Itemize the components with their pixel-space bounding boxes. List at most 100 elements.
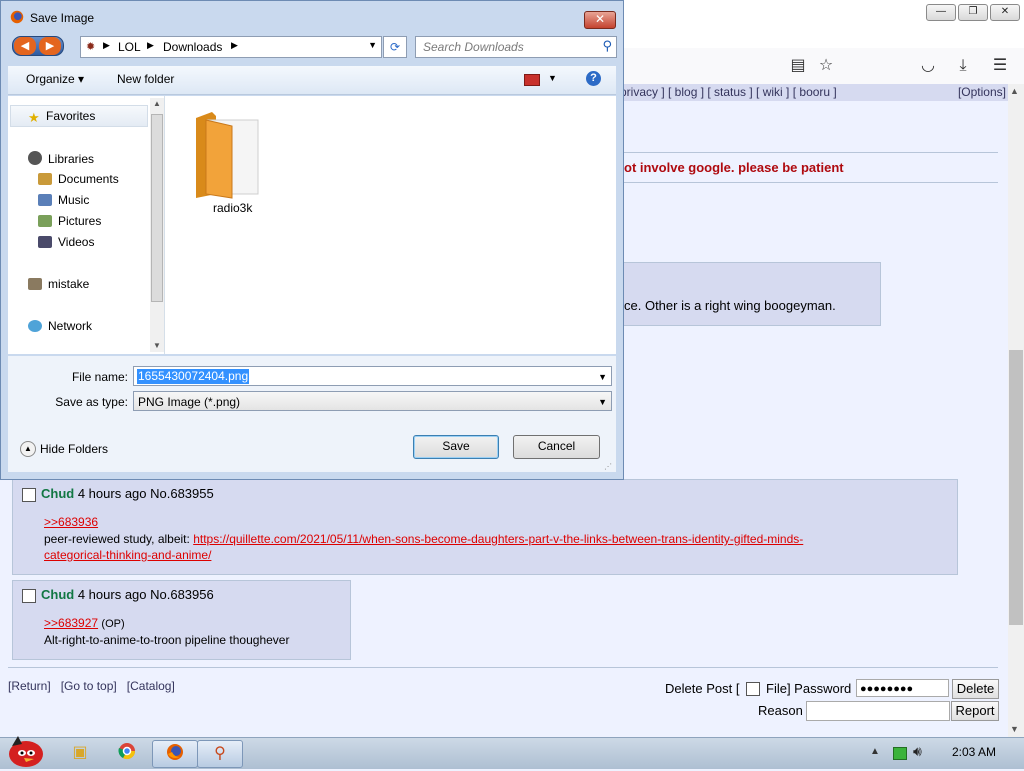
quote-link[interactable]: >>683936 — [44, 515, 98, 529]
poster-name: Chud — [41, 486, 75, 501]
start-button[interactable] — [4, 732, 48, 768]
address-bar[interactable]: ✹ ▶ LOL ▶ Downloads ▶ ▼ — [80, 36, 382, 58]
breadcrumb-lol[interactable]: LOL — [118, 40, 141, 54]
external-link[interactable]: https://quillette.com/2021/05/11/when-so… — [193, 532, 803, 546]
music-icon — [38, 194, 52, 206]
post-body: Alt-right-to-anime-to-troon pipeline tho… — [44, 633, 290, 647]
reader-view-icon[interactable]: ▤ — [786, 54, 810, 78]
delete-button[interactable]: Delete — [952, 679, 999, 699]
star-icon: ★ — [28, 110, 40, 125]
videos-icon — [38, 236, 52, 248]
downloads-icon[interactable]: ⤓ — [951, 54, 975, 78]
save-type-select[interactable]: PNG Image (*.png) ▼ — [133, 391, 612, 411]
post-meta[interactable]: 4 hours ago No.683956 — [78, 587, 214, 602]
reason-label: Reason — [758, 703, 803, 718]
chrome-icon[interactable] — [105, 740, 149, 766]
scroll-down-icon[interactable]: ▼ — [1010, 724, 1019, 734]
firefox-icon[interactable] — [152, 740, 198, 768]
close-window-button[interactable]: ✕ — [990, 4, 1020, 21]
nav-music[interactable]: Music — [38, 193, 89, 207]
post-checkbox[interactable] — [22, 589, 36, 603]
network-tray-icon[interactable] — [893, 747, 907, 760]
address-dropdown-icon[interactable]: ▼ — [368, 40, 377, 50]
board-nav-links[interactable]: privacy ] [ blog ] [ status ] [ wiki ] [… — [620, 85, 837, 99]
reply-post: Chud 4 hours ago No.683955 >>683936 peer… — [12, 479, 958, 575]
reply-text: ce. Other is a right wing boogeyman. — [624, 298, 836, 313]
nav-libraries[interactable]: Libraries — [28, 151, 94, 166]
nav-pictures[interactable]: Pictures — [38, 214, 101, 228]
maximize-button[interactable]: ❐ — [958, 4, 988, 21]
cancel-button[interactable]: Cancel — [513, 435, 600, 459]
pocket-icon[interactable]: ◡ — [916, 54, 940, 78]
search-box[interactable]: Search Downloads ⚲ — [415, 36, 617, 58]
nav-documents[interactable]: Documents — [38, 172, 119, 186]
search-tool-icon[interactable]: ⚲ — [197, 740, 243, 768]
quote-link[interactable]: >>683927 — [44, 616, 98, 630]
save-type-dropdown-icon[interactable]: ▼ — [598, 392, 607, 412]
board-navbar: privacy ] [ blog ] [ status ] [ wiki ] [… — [620, 84, 1008, 102]
search-icon[interactable]: ⚲ — [602, 38, 612, 54]
divider — [8, 667, 998, 668]
bookmark-star-icon[interactable]: ☆ — [814, 54, 838, 78]
file-only-checkbox[interactable] — [746, 682, 760, 696]
view-dropdown-icon[interactable]: ▼ — [548, 73, 557, 83]
menu-icon[interactable]: ☰ — [988, 54, 1012, 78]
tray-expand-icon[interactable]: ▲ — [870, 746, 880, 757]
breadcrumb-downloads[interactable]: Downloads — [163, 40, 222, 54]
help-icon[interactable]: ? — [586, 71, 601, 86]
nav-favorites[interactable]: ★ Favorites — [28, 109, 95, 124]
external-link-cont[interactable]: categorical-thinking-and-anime/ — [44, 548, 211, 562]
hide-folders-button[interactable]: Hide Folders — [40, 442, 108, 456]
password-input[interactable]: ●●●●●●●● — [856, 679, 949, 697]
firefox-small-icon — [10, 10, 24, 24]
delete-post-label: Delete Post [ — [665, 681, 740, 696]
options-link[interactable]: [Options] — [958, 85, 1006, 99]
dialog-close-button[interactable]: ✕ — [584, 11, 616, 29]
post-meta[interactable]: 4 hours ago No.683955 — [78, 486, 214, 501]
hide-folders-icon[interactable]: ▲ — [20, 441, 36, 457]
reply-container — [620, 262, 881, 326]
nav-scroll-thumb[interactable] — [151, 114, 163, 302]
folder-label[interactable]: radio3k — [213, 201, 252, 215]
organize-menu[interactable]: Organize ▾ — [26, 72, 84, 86]
divider — [620, 182, 998, 183]
footer-links: [Return] [Go to top] [Catalog] — [8, 679, 175, 693]
report-button[interactable]: Report — [951, 701, 999, 721]
go-to-top-link[interactable]: [Go to top] — [61, 679, 117, 693]
new-folder-button[interactable]: New folder — [117, 72, 174, 86]
nav-mistake[interactable]: mistake — [28, 277, 89, 291]
scroll-up-icon[interactable]: ▲ — [1010, 86, 1019, 96]
file-explorer-icon[interactable]: ▣ — [58, 740, 102, 766]
resize-grip-icon[interactable]: ⋰ — [604, 462, 612, 471]
nav-network[interactable]: Network — [28, 319, 92, 333]
file-name-dropdown-icon[interactable]: ▼ — [598, 367, 607, 387]
nav-arrows: ◀ ▶ — [12, 36, 64, 56]
post-body: peer-reviewed study, albeit: — [44, 532, 194, 546]
return-link[interactable]: [Return] — [8, 679, 51, 693]
nav-videos[interactable]: Videos — [38, 235, 94, 249]
volume-icon[interactable]: 🔊︎ — [913, 743, 922, 760]
command-bar: Organize ▾ New folder ▼ ? — [8, 66, 616, 95]
post-checkbox[interactable] — [22, 488, 36, 502]
page-scroll-thumb[interactable] — [1009, 350, 1023, 625]
refresh-icon[interactable]: ⟳ — [383, 36, 407, 58]
breadcrumb-separator-icon: ▶ — [231, 40, 238, 50]
reason-input[interactable] — [806, 701, 950, 721]
save-button[interactable]: Save — [413, 435, 499, 459]
folder-radio3k[interactable] — [192, 108, 264, 200]
view-options-icon[interactable] — [524, 74, 540, 86]
forward-arrow-icon[interactable]: ▶ — [39, 37, 61, 55]
network-icon — [28, 320, 42, 332]
search-placeholder: Search Downloads — [423, 40, 524, 54]
minimize-button[interactable]: — — [926, 4, 956, 21]
nav-scroll-down-icon[interactable]: ▼ — [153, 341, 161, 350]
file-name-value: 1655430072404.png — [137, 369, 250, 384]
back-arrow-icon[interactable]: ◀ — [14, 37, 36, 55]
file-name-input[interactable]: 1655430072404.png ▼ — [133, 366, 612, 386]
notice-text: ot involve google. please be patient — [624, 160, 844, 175]
poster-name: Chud — [41, 587, 75, 602]
catalog-link[interactable]: [Catalog] — [127, 679, 175, 693]
divider — [620, 152, 998, 153]
clock[interactable]: 2:03 AM — [952, 745, 996, 759]
nav-scroll-up-icon[interactable]: ▲ — [153, 99, 161, 108]
